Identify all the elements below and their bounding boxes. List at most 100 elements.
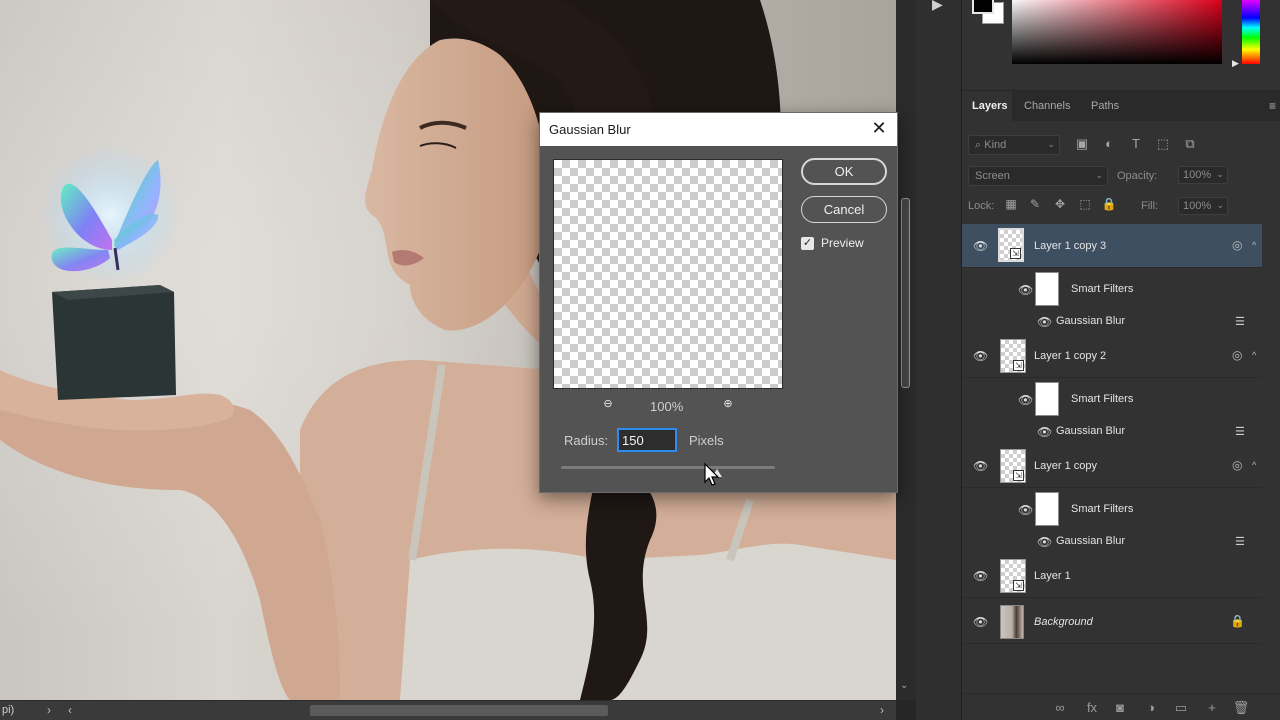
lock-all-icon[interactable]: 🔒 bbox=[1101, 197, 1117, 211]
horizontal-scrollbar-thumb[interactable] bbox=[310, 705, 608, 716]
ok-button[interactable]: OK bbox=[801, 158, 887, 185]
color-field[interactable] bbox=[1012, 0, 1222, 64]
tab-layers[interactable]: Layers bbox=[972, 100, 1007, 112]
add-mask-icon[interactable]: ◙ bbox=[1111, 700, 1129, 715]
zoom-out-icon[interactable]: ⊖ bbox=[598, 397, 618, 417]
smart-filter-mask-thumbnail[interactable] bbox=[1035, 382, 1059, 416]
play-icon[interactable]: ▶ bbox=[932, 0, 943, 13]
preview-checkbox[interactable]: ✓ bbox=[801, 237, 814, 250]
adjustment-filter-icon[interactable]: ◐ bbox=[1101, 136, 1117, 152]
radius-slider-track[interactable] bbox=[561, 466, 775, 469]
layer-row-layer-1[interactable]: 👁 ⇲ Layer 1 bbox=[962, 554, 1262, 598]
preview-zoom-value: 100% bbox=[650, 399, 684, 414]
type-filter-icon[interactable]: T bbox=[1128, 136, 1144, 152]
layer-filter-kind[interactable]: ⌕ Kind ⌄ bbox=[968, 135, 1060, 155]
foreground-color-swatch[interactable] bbox=[972, 0, 994, 14]
smart-filter-mask-thumbnail[interactable] bbox=[1035, 272, 1059, 306]
chevron-down-icon: ⌄ bbox=[1216, 200, 1224, 210]
smart-filter-name[interactable]: Gaussian Blur bbox=[1056, 535, 1125, 547]
tab-paths[interactable]: Paths bbox=[1091, 100, 1119, 112]
smart-filters-label[interactable]: Smart Filters bbox=[1071, 393, 1133, 405]
filter-blending-options-icon[interactable]: ☰ bbox=[1235, 535, 1245, 548]
layer-name[interactable]: Layer 1 copy 3 bbox=[1034, 240, 1106, 252]
lock-artboard-icon[interactable]: ⬚ bbox=[1077, 197, 1093, 211]
opacity-field[interactable]: 100% ⌄ bbox=[1178, 166, 1228, 184]
adjustment-layer-icon[interactable]: ◑ bbox=[1142, 700, 1160, 715]
new-layer-icon[interactable]: + bbox=[1203, 700, 1221, 715]
layer-name[interactable]: Layer 1 bbox=[1034, 570, 1071, 582]
radius-label: Radius: bbox=[564, 433, 609, 448]
layer-row-layer-1-copy-2[interactable]: 👁 ⇲ Layer 1 copy 2 ◎ ^ bbox=[962, 334, 1262, 378]
smart-filter-name[interactable]: Gaussian Blur bbox=[1056, 315, 1125, 327]
preview-label[interactable]: Preview bbox=[821, 236, 864, 250]
scroll-right-icon[interactable]: › bbox=[880, 703, 884, 717]
visibility-eye-icon[interactable]: 👁 bbox=[1037, 315, 1052, 329]
panel-dock-strip: ▶ bbox=[916, 0, 962, 720]
layer-style-fx-icon[interactable]: fx bbox=[1083, 700, 1101, 715]
visibility-eye-icon[interactable]: 👁 bbox=[1018, 503, 1033, 517]
link-layers-icon[interactable]: ∞ bbox=[1051, 700, 1069, 715]
chevron-down-icon: ⌄ bbox=[1047, 139, 1055, 149]
visibility-eye-icon[interactable]: 👁 bbox=[973, 459, 988, 473]
lock-icon: 🔒 bbox=[1230, 614, 1245, 628]
hue-slider[interactable] bbox=[1242, 0, 1260, 64]
layer-thumbnail: ⇲ bbox=[1000, 449, 1026, 483]
layer-name[interactable]: Layer 1 copy 2 bbox=[1034, 350, 1106, 362]
scroll-down-icon[interactable]: ⌄ bbox=[900, 680, 908, 691]
smart-object-filter-icon[interactable]: ⧉ bbox=[1182, 136, 1198, 152]
background-thumbnail bbox=[1000, 605, 1024, 639]
filter-blending-options-icon[interactable]: ☰ bbox=[1235, 315, 1245, 328]
lock-transparent-pixels-icon[interactable]: ▦ bbox=[1003, 197, 1019, 211]
smart-filters-label[interactable]: Smart Filters bbox=[1071, 503, 1133, 515]
visibility-eye-icon[interactable]: 👁 bbox=[1037, 425, 1052, 439]
fill-field[interactable]: 100% ⌄ bbox=[1178, 197, 1228, 215]
lock-image-pixels-icon[interactable]: ✎ bbox=[1027, 197, 1043, 211]
zoom-in-icon[interactable]: ⊕ bbox=[718, 397, 738, 417]
smart-filter-name[interactable]: Gaussian Blur bbox=[1056, 425, 1125, 437]
expand-caret-icon[interactable]: ^ bbox=[1252, 460, 1256, 470]
status-menu-arrow-icon[interactable]: › bbox=[47, 703, 51, 717]
layer-row-background[interactable]: 👁 Background 🔒 bbox=[962, 600, 1262, 644]
layer-row-layer-1-copy[interactable]: 👁 ⇲ Layer 1 copy ◎ ^ bbox=[962, 444, 1262, 488]
vertical-scrollbar-thumb[interactable] bbox=[901, 198, 910, 388]
smart-filter-indicator-icon[interactable]: ◎ bbox=[1232, 458, 1242, 472]
lock-position-icon[interactable]: ✥ bbox=[1052, 197, 1068, 211]
visibility-eye-icon[interactable]: 👁 bbox=[973, 569, 988, 583]
vertical-scrollbar[interactable]: ⌄ bbox=[896, 0, 916, 700]
expand-caret-icon[interactable]: ^ bbox=[1252, 240, 1256, 250]
smart-filter-indicator-icon[interactable]: ◎ bbox=[1232, 238, 1242, 252]
tab-channels[interactable]: Channels bbox=[1024, 100, 1070, 112]
visibility-eye-icon[interactable]: 👁 bbox=[973, 239, 988, 253]
image-filter-icon[interactable]: ▣ bbox=[1074, 136, 1090, 152]
cancel-button[interactable]: Cancel bbox=[801, 196, 887, 223]
layer-name[interactable]: Layer 1 copy bbox=[1034, 460, 1097, 472]
visibility-eye-icon[interactable]: 👁 bbox=[973, 349, 988, 363]
hue-slider-marker-icon[interactable]: ▶ bbox=[1232, 58, 1239, 69]
layers-panel: Layers Channels Paths ≡ ⌕ Kind ⌄ ▣ ◐ T ⬚… bbox=[962, 90, 1280, 720]
smart-filter-indicator-icon[interactable]: ◎ bbox=[1232, 348, 1242, 362]
filter-kind-label: Kind bbox=[984, 139, 1007, 151]
panel-tabs: Layers Channels Paths ≡ bbox=[962, 91, 1280, 121]
radius-input[interactable] bbox=[617, 428, 677, 452]
visibility-eye-icon[interactable]: 👁 bbox=[1018, 283, 1033, 297]
layer-row-layer-1-copy-3[interactable]: 👁 ⇲ Layer 1 copy 3 ◎ ^ bbox=[962, 224, 1262, 268]
scroll-left-icon[interactable]: ‹ bbox=[68, 703, 72, 717]
visibility-eye-icon[interactable]: 👁 bbox=[1037, 535, 1052, 549]
dialog-titlebar[interactable]: Gaussian Blur ✕ bbox=[540, 113, 897, 146]
expand-caret-icon[interactable]: ^ bbox=[1252, 350, 1256, 360]
zoom-readout: pi) bbox=[2, 704, 15, 716]
delete-layer-icon[interactable]: 🗑 bbox=[1232, 700, 1250, 716]
visibility-eye-icon[interactable]: 👁 bbox=[1018, 393, 1033, 407]
visibility-eye-icon[interactable]: 👁 bbox=[973, 615, 988, 629]
smart-filter-mask-thumbnail[interactable] bbox=[1035, 492, 1059, 526]
new-group-icon[interactable]: ▭ bbox=[1172, 700, 1190, 716]
panel-menu-icon[interactable]: ≡ bbox=[1269, 99, 1276, 113]
layer-name[interactable]: Background bbox=[1034, 616, 1093, 628]
smart-filters-group: 👁 Smart Filters 👁 Gaussian Blur ☰ bbox=[962, 378, 1262, 444]
shape-filter-icon[interactable]: ⬚ bbox=[1155, 136, 1171, 152]
smart-filters-label[interactable]: Smart Filters bbox=[1071, 283, 1133, 295]
filter-blending-options-icon[interactable]: ☰ bbox=[1235, 425, 1245, 438]
close-icon[interactable]: ✕ bbox=[869, 118, 889, 138]
filter-preview[interactable] bbox=[553, 159, 783, 389]
blend-mode-select[interactable]: Screen ⌄ bbox=[968, 166, 1108, 186]
